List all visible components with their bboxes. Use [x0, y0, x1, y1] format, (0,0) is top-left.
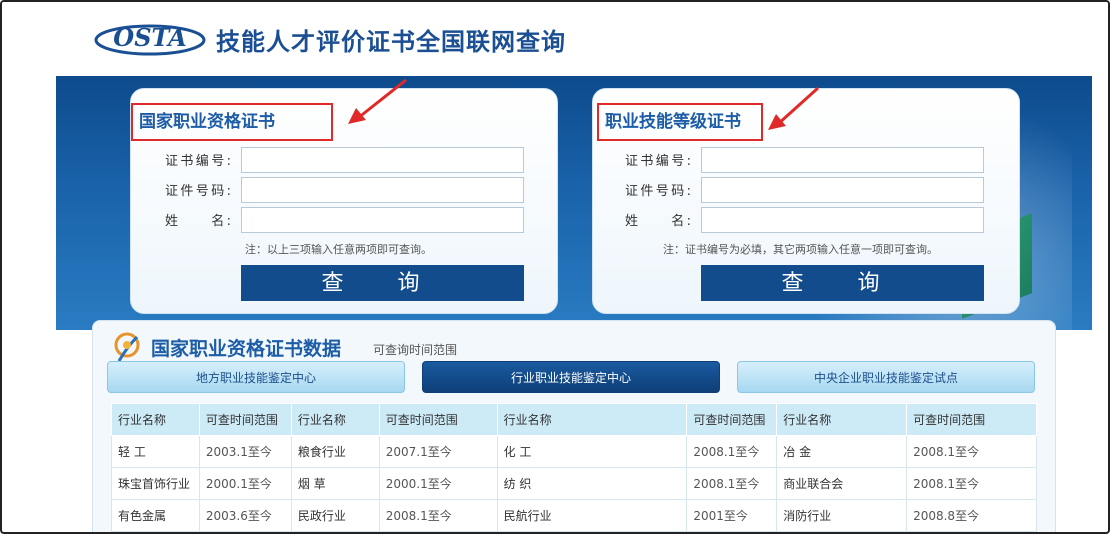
industry-name-cell: 烟 草 — [290, 467, 380, 500]
table-header-row: 行业名称 可查时间范围 行业名称 可查时间范围 行业名称 可查时间范围 行业名称… — [111, 403, 1037, 436]
center-tabs: 地方职业技能鉴定中心 行业职业技能鉴定中心 中央企业职业技能鉴定试点 — [107, 361, 1037, 395]
industry-name-cell: 冶 金 — [776, 435, 908, 468]
data-section-title: 国家职业资格证书数据 — [151, 338, 342, 360]
red-arrow-icon — [768, 86, 820, 130]
industry-name-cell: 有色金属 — [111, 499, 200, 532]
column-header: 可查时间范围 — [198, 403, 292, 436]
query-note: 注：以上三项输入任意两项即可查询。 — [245, 243, 432, 256]
name-label: 姓 名: — [165, 214, 231, 229]
industry-name-cell: 民政行业 — [290, 499, 380, 532]
industry-name-cell: 粮食行业 — [290, 435, 380, 468]
logo-text: OSTA — [113, 23, 186, 52]
national-cert-title: 国家职业资格证书 — [131, 103, 333, 141]
page-frame: OSTA 技能人才评价证书全国联网查询 国家职业资格证书 证书编号: 证件号码:… — [0, 0, 1110, 534]
column-header: 可查时间范围 — [686, 403, 778, 436]
query-note: 注：证书编号为必填，其它两项输入任意一项即可查询。 — [663, 243, 938, 256]
id-number-label: 证件号码: — [625, 184, 691, 199]
column-header: 可查时间范围 — [906, 403, 1037, 436]
query-button[interactable]: 查 询 — [701, 265, 984, 301]
time-range-cell: 2008.1至今 — [906, 467, 1037, 500]
cert-data-section: 国家职业资格证书数据 可查询时间范围 地方职业技能鉴定中心 行业职业技能鉴定中心… — [92, 320, 1056, 532]
industry-name-cell: 化 工 — [496, 435, 688, 468]
name-input[interactable] — [241, 207, 524, 233]
column-header: 行业名称 — [111, 403, 200, 436]
industry-name-cell: 消防行业 — [776, 499, 908, 532]
data-logo-icon — [114, 332, 140, 362]
industry-name-cell: 商业联合会 — [776, 467, 908, 500]
time-range-cell: 2008.8至今 — [906, 499, 1037, 532]
id-number-input[interactable] — [701, 177, 984, 203]
time-range-cell: 2008.1至今 — [686, 467, 778, 500]
red-arrow-icon — [348, 78, 407, 124]
time-range-cell: 2000.1至今 — [378, 467, 498, 500]
osta-logo[interactable]: OSTA — [94, 16, 206, 58]
tab-central-enterprise-pilots[interactable]: 中央企业职业技能鉴定试点 — [737, 361, 1035, 393]
skill-level-cert-title: 职业技能等级证书 — [597, 103, 763, 141]
industry-name-cell: 纺 织 — [496, 467, 688, 500]
cert-number-row: 证书编号: — [593, 147, 1019, 173]
id-number-input[interactable] — [241, 177, 524, 203]
data-section-subtitle: 可查询时间范围 — [373, 343, 458, 357]
cert-number-label: 证书编号: — [165, 154, 231, 169]
column-header: 行业名称 — [496, 403, 688, 436]
time-range-cell: 2008.1至今 — [906, 435, 1037, 468]
name-row: 姓 名: — [593, 207, 1019, 233]
name-row: 姓 名: — [131, 207, 557, 233]
name-label: 姓 名: — [625, 214, 691, 229]
cert-number-input[interactable] — [241, 147, 524, 173]
column-header: 行业名称 — [290, 403, 380, 436]
time-range-cell: 2008.1至今 — [686, 435, 778, 468]
table-row: 有色金属 2003.6至今 民政行业 2008.1至今 民航行业 2001至今 … — [111, 499, 1037, 532]
time-range-cell: 2003.1至今 — [198, 435, 292, 468]
time-range-cell: 2008.1至今 — [378, 499, 498, 532]
site-title: 技能人才评价证书全国联网查询 — [216, 28, 566, 56]
time-range-cell: 2001至今 — [686, 499, 778, 532]
table-row: 珠宝首饰行业 2000.1至今 烟 草 2000.1至今 纺 织 2008.1至… — [111, 467, 1037, 500]
cert-number-row: 证书编号: — [131, 147, 557, 173]
cert-number-input[interactable] — [701, 147, 984, 173]
time-range-cell: 2003.6至今 — [198, 499, 292, 532]
industry-range-table: 行业名称 可查时间范围 行业名称 可查时间范围 行业名称 可查时间范围 行业名称… — [111, 403, 1037, 532]
tab-local-centers[interactable]: 地方职业技能鉴定中心 — [107, 361, 405, 393]
time-range-cell: 2000.1至今 — [198, 467, 292, 500]
id-number-row: 证件号码: — [593, 177, 1019, 203]
table-row: 轻 工 2003.1至今 粮食行业 2007.1至今 化 工 2008.1至今 … — [111, 435, 1037, 468]
id-number-label: 证件号码: — [165, 184, 231, 199]
cert-number-label: 证书编号: — [625, 154, 691, 169]
tab-industry-centers[interactable]: 行业职业技能鉴定中心 — [422, 361, 720, 393]
id-number-row: 证件号码: — [131, 177, 557, 203]
site-header: OSTA 技能人才评价证书全国联网查询 — [2, 2, 1108, 74]
time-range-cell: 2007.1至今 — [378, 435, 498, 468]
column-header: 行业名称 — [776, 403, 908, 436]
query-button[interactable]: 查 询 — [241, 265, 524, 301]
industry-name-cell: 轻 工 — [111, 435, 200, 468]
industry-name-cell: 珠宝首饰行业 — [111, 467, 200, 500]
column-header: 可查时间范围 — [378, 403, 498, 436]
name-input[interactable] — [701, 207, 984, 233]
industry-name-cell: 民航行业 — [496, 499, 688, 532]
